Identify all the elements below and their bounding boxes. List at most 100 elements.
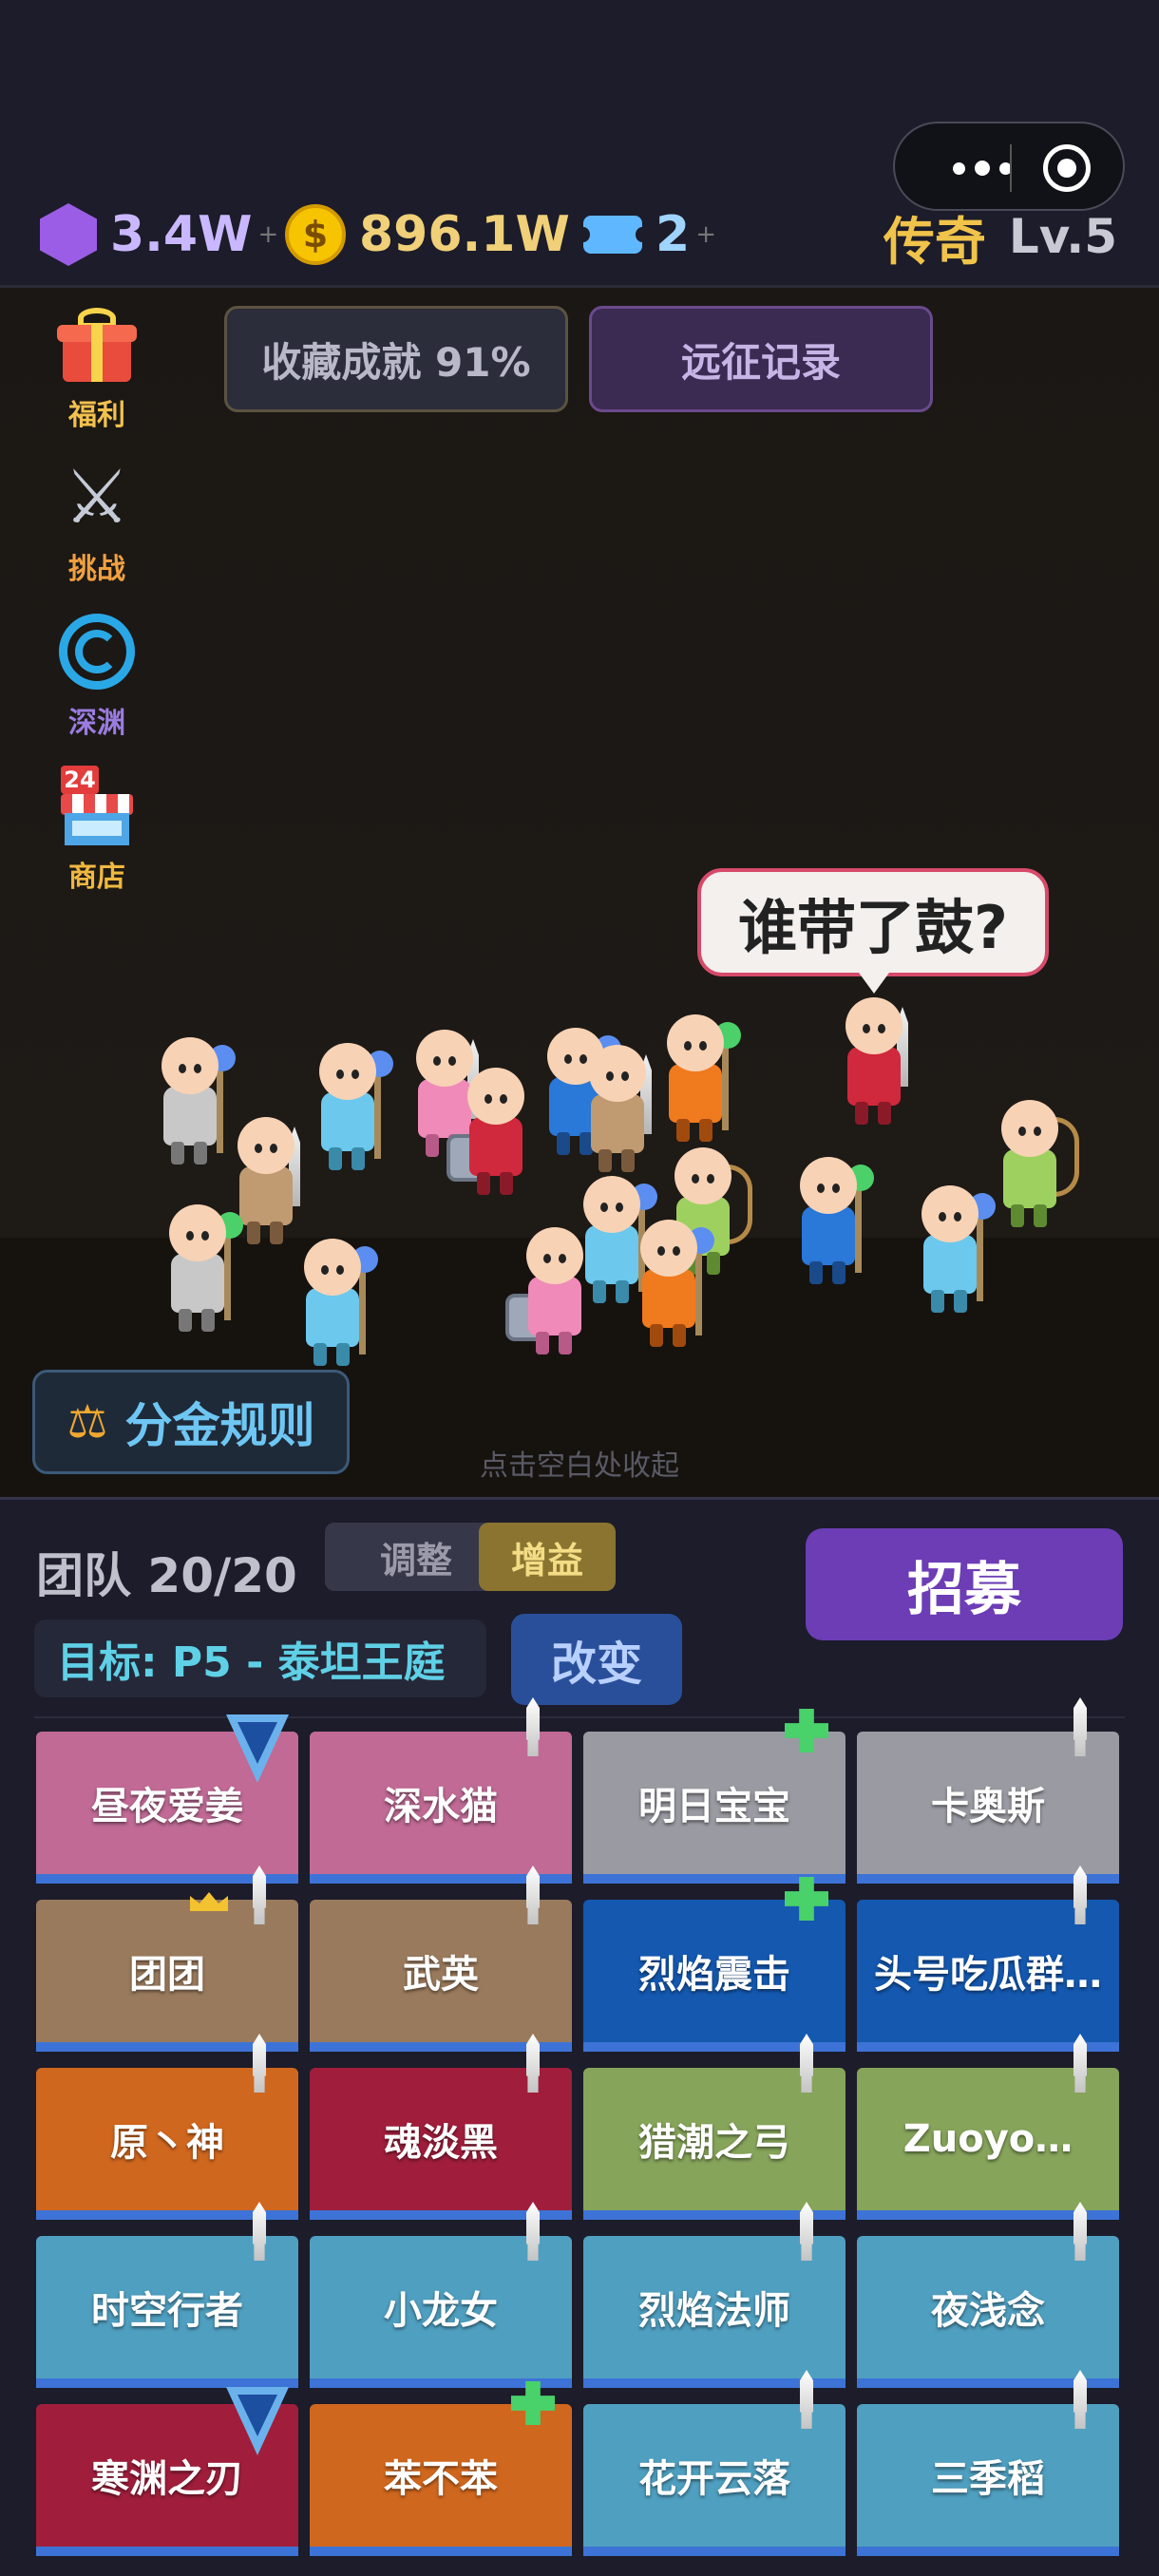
- change-goal-button[interactable]: 改变: [511, 1614, 682, 1705]
- team-card[interactable]: Zuoyo…: [857, 2034, 1119, 2224]
- team-card-bar: [36, 2378, 298, 2388]
- side-item-label: 挑战: [68, 553, 125, 586]
- collapse-hint: 点击空白处收起: [480, 1449, 679, 1483]
- team-panel: 团队 20/20 调整 增益 招募 目标: P5 - 泰坦王庭 改变 昼夜爱姜深…: [0, 1497, 1159, 2576]
- side-item-shop[interactable]: 24 商店: [48, 766, 146, 919]
- team-card[interactable]: 卡奥斯: [857, 1697, 1119, 1887]
- hero-mage-grey-2: [156, 1204, 243, 1337]
- sword-icon: [526, 2202, 540, 2261]
- ticket-plus-icon[interactable]: +: [695, 220, 716, 249]
- team-card-bar: [36, 2547, 298, 2556]
- hero-guard-red: [446, 1068, 534, 1201]
- balance-scale-icon: ⚖: [66, 1395, 108, 1449]
- team-card-grid: 昼夜爱姜 深水猫 明日宝宝 卡奥斯团团 武英 烈焰震击 头号吃瓜群… 原丶神 魂淡黑 猎潮之弓 Zu…: [36, 1697, 1129, 2576]
- team-card[interactable]: 猎潮之弓: [583, 2034, 846, 2224]
- close-target-icon[interactable]: [1043, 144, 1091, 192]
- team-card[interactable]: 深水猫: [310, 1697, 572, 1887]
- goal-label: 目标: P5 - 泰坦王庭: [34, 1619, 486, 1697]
- expedition-record-button[interactable]: 远征记录: [589, 306, 933, 412]
- ticket-resource[interactable]: 2 +: [577, 199, 716, 270]
- crossed-swords-icon: ⚔: [64, 455, 130, 540]
- recruit-button[interactable]: 招募: [806, 1528, 1123, 1640]
- team-card[interactable]: 寒渊之刃: [36, 2387, 298, 2560]
- hero-mage-blue: [306, 1043, 393, 1176]
- side-item-welfare[interactable]: 福利: [48, 304, 146, 458]
- sword-icon: [1074, 1866, 1087, 1924]
- sword-icon: [526, 1697, 540, 1756]
- team-card-name: 苯不苯: [310, 2404, 572, 2547]
- shop-icon: 24: [57, 766, 137, 845]
- gem-value: 3.4W: [110, 206, 253, 263]
- hero-mage-orange-2: [627, 1220, 714, 1353]
- sword-icon: [1074, 2370, 1087, 2429]
- team-card[interactable]: 三季稻: [857, 2370, 1119, 2560]
- sword-icon: [253, 1866, 266, 1924]
- sword-icon: [800, 2202, 813, 2261]
- team-card[interactable]: 小龙女: [310, 2202, 572, 2392]
- vortex-icon: [57, 612, 137, 691]
- hero-mage-blue-2: [291, 1239, 378, 1372]
- rank-title: 传奇: [883, 211, 986, 272]
- team-card-bar: [857, 2547, 1119, 2556]
- team-card[interactable]: 时空行者: [36, 2202, 298, 2392]
- sword-icon: [253, 2034, 266, 2093]
- top-status-bar: 3.4W + $ 896.1W + 2 + 传奇 Lv.5: [0, 0, 1159, 285]
- speech-bubble: 谁带了鼓?: [697, 868, 1049, 994]
- capsule-divider: [1010, 144, 1012, 192]
- team-card[interactable]: 夜浅念: [857, 2202, 1119, 2392]
- team-card[interactable]: 花开云落: [583, 2370, 846, 2560]
- sword-icon: [800, 2034, 813, 2093]
- hero-mage-orange: [654, 1014, 741, 1147]
- sword-icon: [253, 2202, 266, 2261]
- hero-mage-blue-3: [787, 1157, 874, 1290]
- team-card-name: 烈焰震击: [583, 1900, 846, 2042]
- team-card[interactable]: 头号吃瓜群…: [857, 1866, 1119, 2055]
- team-card[interactable]: 原丶神: [36, 2034, 298, 2224]
- side-item-label: 福利: [68, 399, 125, 432]
- ticket-value: 2: [656, 206, 691, 263]
- gem-icon: [40, 203, 97, 266]
- sword-icon: [526, 1866, 540, 1924]
- gem-resource[interactable]: 3.4W +: [40, 199, 278, 270]
- side-item-abyss[interactable]: 深渊: [48, 612, 146, 766]
- crown-icon: [190, 1892, 228, 1911]
- panel-divider: [34, 1716, 1125, 1718]
- hero-mage-sky: [908, 1185, 996, 1318]
- coin-resource[interactable]: $ 896.1W +: [285, 199, 597, 270]
- hero-knight-brown: [576, 1045, 656, 1178]
- team-card[interactable]: 苯不苯: [310, 2381, 572, 2560]
- coin-value: 896.1W: [359, 206, 570, 263]
- mini-program-capsule[interactable]: [893, 122, 1125, 211]
- team-card-bar: [310, 2547, 572, 2556]
- gift-icon: [57, 304, 137, 384]
- team-card[interactable]: 昼夜爱姜: [36, 1714, 298, 1887]
- team-card[interactable]: 烈焰法师: [583, 2202, 846, 2392]
- more-options-icon[interactable]: [925, 152, 1039, 184]
- rank-level: Lv.5: [1008, 209, 1117, 264]
- side-item-label: 商店: [68, 861, 125, 894]
- sword-icon: [1074, 1697, 1087, 1756]
- team-card[interactable]: 明日宝宝: [583, 1709, 846, 1887]
- hero-archer-green: [988, 1100, 1079, 1233]
- collection-achievement-button[interactable]: 收藏成就 91%: [224, 306, 568, 412]
- team-card[interactable]: 烈焰震击: [583, 1877, 846, 2055]
- team-card[interactable]: 魂淡黑: [310, 2034, 572, 2224]
- sword-icon: [1074, 2034, 1087, 2093]
- rank-display[interactable]: 传奇 Lv.5: [884, 203, 1117, 272]
- gem-plus-icon[interactable]: +: [257, 220, 278, 249]
- team-card[interactable]: 武英: [310, 1866, 572, 2055]
- hero-knight-red: [832, 997, 912, 1130]
- coin-icon: $: [285, 204, 346, 265]
- side-menu: 福利 ⚔ 挑战 深渊 24 商店: [48, 304, 146, 919]
- team-card-bar: [583, 2547, 846, 2556]
- team-card[interactable]: 团团: [36, 1866, 298, 2055]
- side-item-label: 深渊: [68, 707, 125, 740]
- hero-mage-grey: [148, 1037, 236, 1170]
- team-count: 团队 20/20: [36, 1548, 297, 1603]
- sword-icon: [526, 2034, 540, 2093]
- sword-icon: [1074, 2202, 1087, 2261]
- ticket-icon: [577, 216, 649, 254]
- buff-button[interactable]: 增益: [479, 1523, 616, 1591]
- side-item-challenge[interactable]: ⚔ 挑战: [48, 458, 146, 612]
- sword-icon: [800, 2370, 813, 2429]
